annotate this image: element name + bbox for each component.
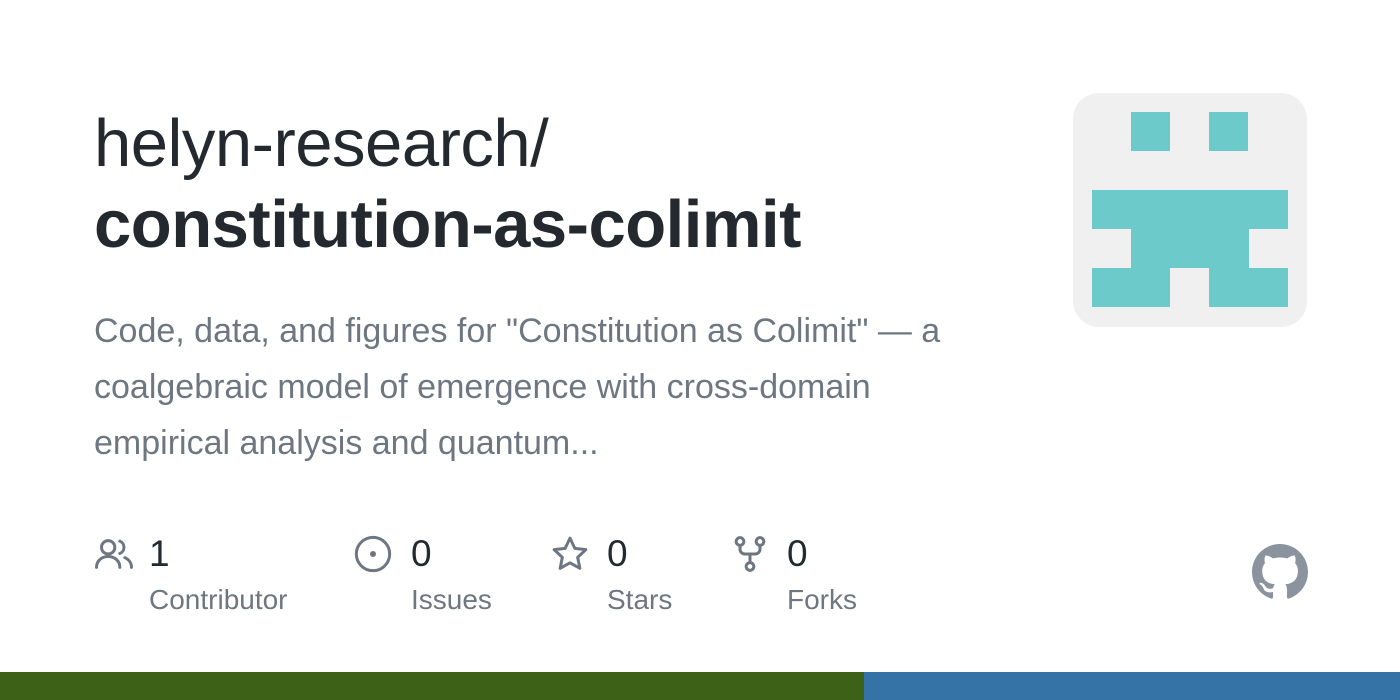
issues-label: Issues bbox=[411, 584, 492, 615]
github-mark-icon[interactable] bbox=[1252, 544, 1308, 600]
forks-count: 0 bbox=[787, 533, 808, 574]
avatar-pixel bbox=[1092, 190, 1288, 229]
language-bar-segment bbox=[0, 672, 864, 700]
avatar-pixel bbox=[1131, 112, 1170, 151]
repo-stats: 1 Contributor 0 Issues 0 Stars 0 Forks bbox=[0, 530, 1000, 630]
issue-opened-icon bbox=[353, 534, 393, 574]
language-bar bbox=[0, 672, 1400, 700]
repo-forked-icon bbox=[730, 534, 770, 574]
avatar-pixel bbox=[1209, 268, 1288, 307]
repo-owner[interactable]: helyn-research/ bbox=[94, 104, 549, 184]
contributors-label: Contributor bbox=[149, 584, 288, 615]
repo-description: Code, data, and figures for "Constitutio… bbox=[94, 312, 941, 462]
issues-count: 0 bbox=[411, 533, 432, 574]
repo-name[interactable]: constitution-as-colimit bbox=[94, 185, 801, 265]
forks-label: Forks bbox=[787, 584, 857, 615]
people-icon bbox=[94, 534, 134, 574]
avatar-pixel bbox=[1092, 268, 1170, 307]
star-icon bbox=[550, 534, 590, 574]
owner-avatar[interactable] bbox=[1073, 93, 1307, 327]
repo-social-card: helyn-research/ constitution-as-colimit … bbox=[0, 0, 1400, 700]
language-bar-segment bbox=[863, 672, 1400, 700]
stars-count: 0 bbox=[607, 533, 628, 574]
stars-label: Stars bbox=[607, 584, 673, 615]
avatar-pixel bbox=[1131, 229, 1249, 268]
avatar-pixel bbox=[1209, 112, 1248, 151]
contributors-count: 1 bbox=[149, 533, 170, 574]
